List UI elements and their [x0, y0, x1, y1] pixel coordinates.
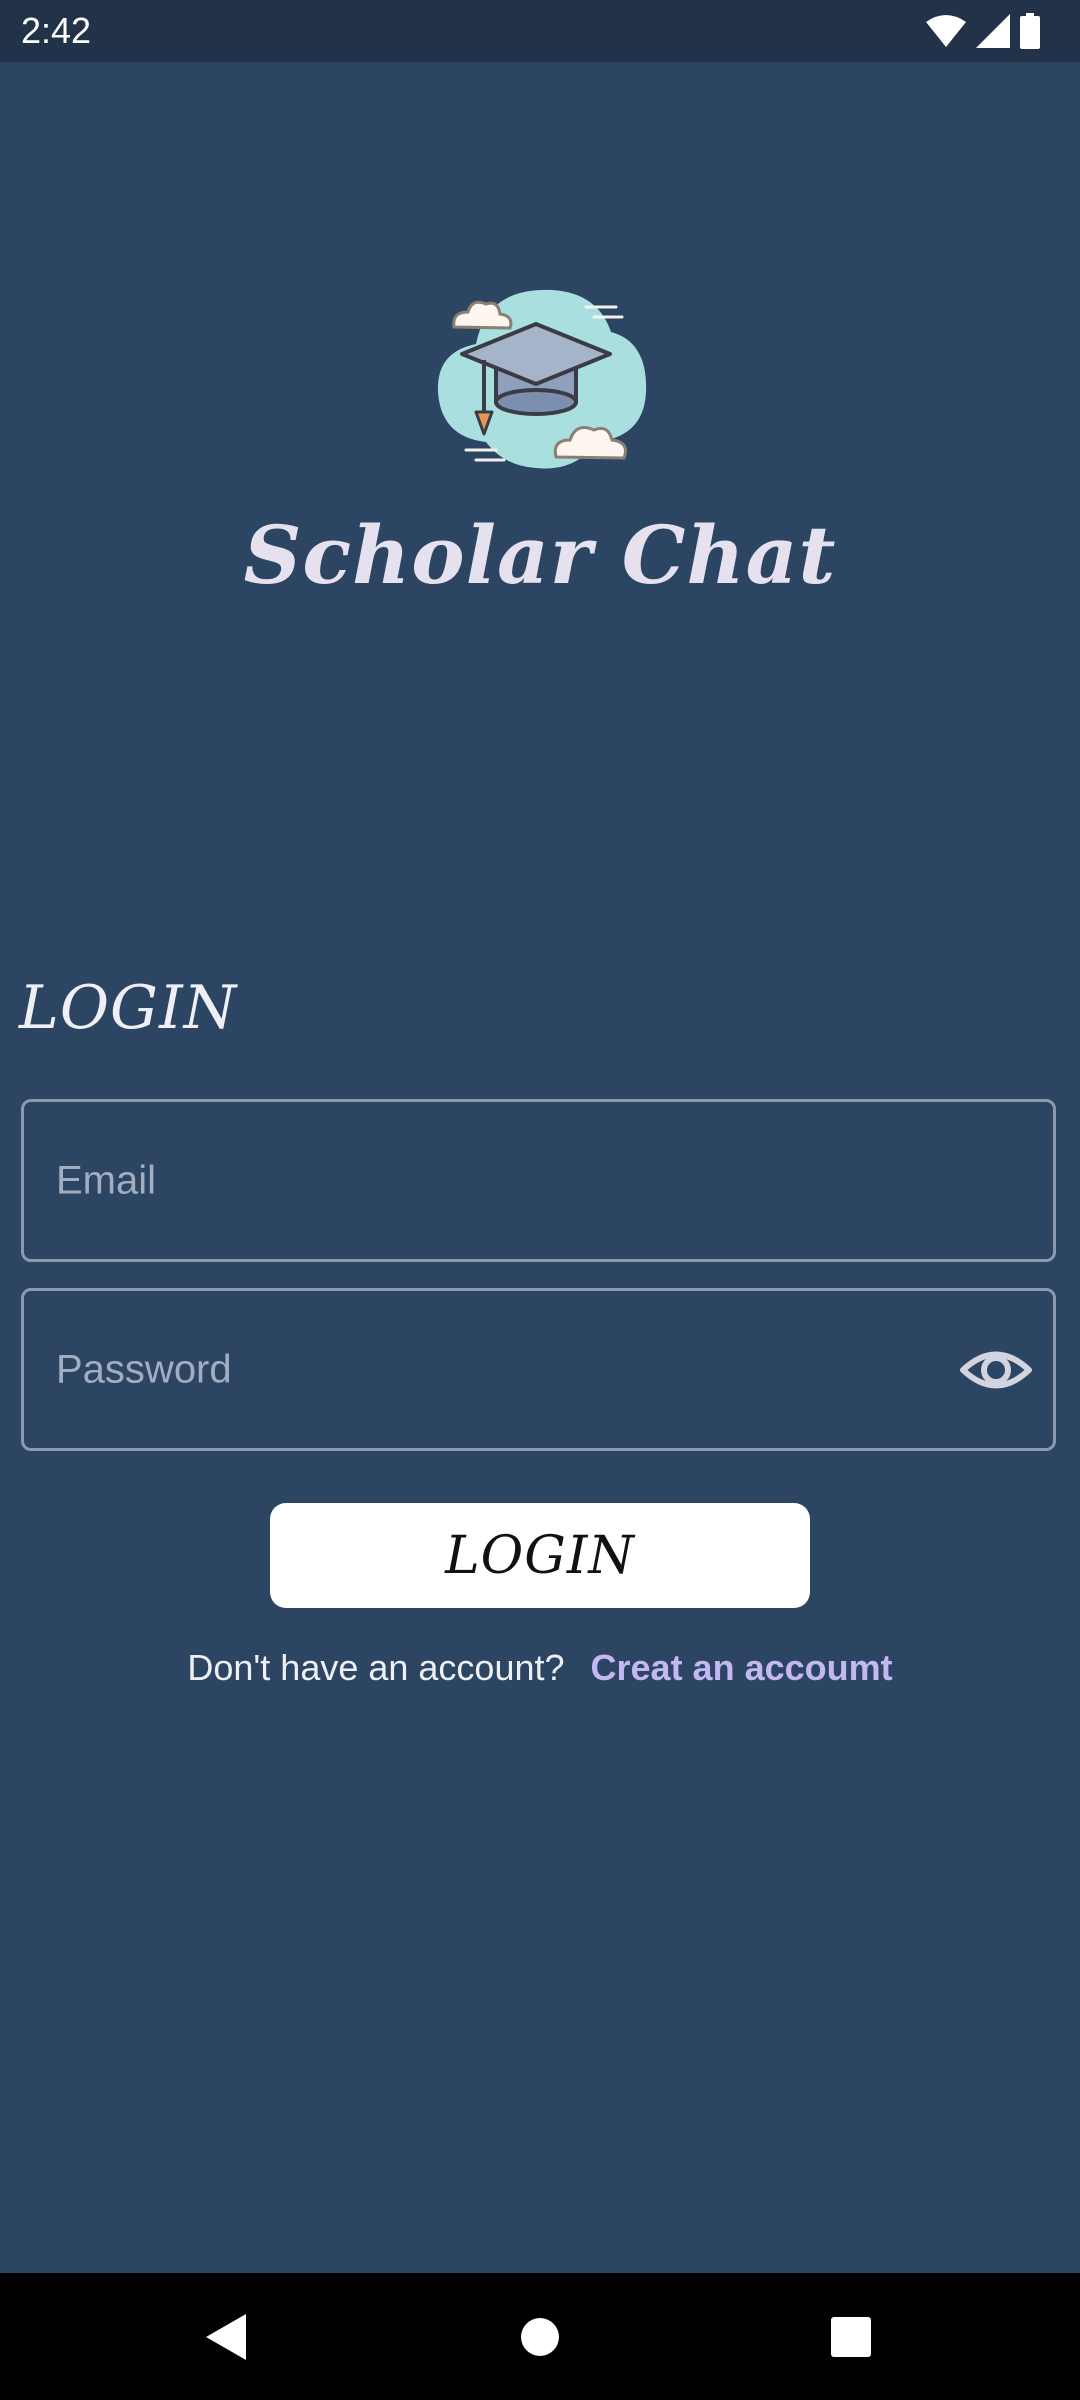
status-icons	[926, 11, 1040, 51]
email-field[interactable]: Email	[21, 1099, 1056, 1262]
eye-icon[interactable]	[959, 1333, 1033, 1407]
signup-row: Don't have an account? Creat an accoumt	[0, 1643, 1080, 1693]
graduation-cap-cloud-icon	[437, 289, 647, 469]
status-bar: 2:42	[0, 0, 1080, 62]
signal-icon	[976, 14, 1010, 48]
email-placeholder: Email	[56, 1158, 157, 1202]
wifi-icon	[926, 15, 966, 47]
create-account-link[interactable]: Creat an accoumt	[591, 1647, 893, 1688]
signup-prompt: Don't have an account?	[187, 1647, 565, 1688]
navigation-bar	[0, 2273, 1080, 2400]
recents-icon[interactable]	[831, 2316, 871, 2357]
status-time: 2:42	[21, 10, 92, 51]
app-title: Scholar Chat	[243, 508, 837, 602]
password-field[interactable]: Password	[21, 1288, 1056, 1451]
login-button[interactable]: LOGIN	[270, 1503, 810, 1608]
back-icon[interactable]	[206, 2313, 246, 2360]
home-icon[interactable]	[520, 2317, 560, 2357]
password-placeholder: Password	[56, 1347, 232, 1391]
login-heading: LOGIN	[19, 973, 238, 1043]
battery-icon	[1020, 13, 1040, 49]
